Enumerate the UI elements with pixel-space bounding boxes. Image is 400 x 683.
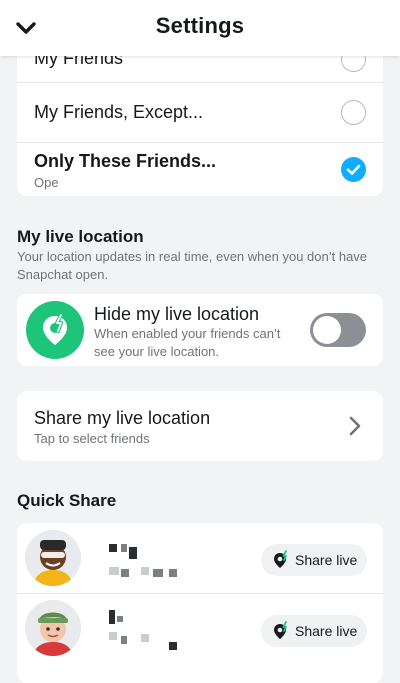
share-live-location-label: Share my live location [34,408,211,428]
share-live-button[interactable]: Share live [261,544,367,576]
redacted-name [117,616,123,622]
hide-live-location-description: When enabled your friends can’t see your… [94,326,281,359]
option-label: Only These Friends... [34,151,217,171]
hide-live-location-card: Hide my live location When enabled your … [17,294,383,366]
quick-share-list: Share live Share live [17,523,383,683]
live-location-description: Your location updates in real time, even… [17,249,368,282]
share-live-location-card[interactable]: Share my live location Tap to select fri… [17,391,383,461]
redacted-detail [121,569,129,577]
checkmark-icon [346,164,361,175]
top-bar: Settings [0,0,400,56]
location-share-icon [271,550,291,570]
redacted-detail [109,567,119,575]
option-my-friends-except[interactable]: My Friends, Except... [17,83,383,143]
share-live-label: Share live [295,552,358,568]
chevron-right-icon [349,416,361,436]
option-sublabel: Ope [34,175,59,190]
option-only-these-friends[interactable]: Only These Friends... Ope [17,143,383,196]
location-off-icon [26,301,84,359]
bitmoji-avatar-icon [25,530,81,586]
radio-my-friends-except[interactable] [341,100,366,125]
bitmoji-avatar-icon [25,600,81,656]
page-title: Settings [155,13,245,38]
option-label: My Friends, Except... [34,102,204,122]
redacted-detail [141,634,149,642]
redacted-detail [121,636,127,644]
quick-share-title: Quick Share [17,491,117,510]
redacted-detail [109,632,117,640]
hide-live-location-label: Hide my live location [94,304,260,324]
redacted-detail [141,567,149,575]
redacted-detail [169,642,177,650]
redacted-detail [153,569,163,577]
list-item: Share live [17,523,383,593]
share-live-button[interactable]: Share live [261,615,367,647]
redacted-name [121,544,127,552]
redacted-detail [169,569,177,577]
share-live-label: Share live [295,623,358,639]
list-item: Share live [17,594,383,664]
radio-only-these-friends[interactable] [341,157,366,182]
hide-live-location-toggle[interactable] [310,313,366,347]
redacted-name [109,544,117,552]
redacted-name [109,610,115,624]
location-share-icon [271,621,291,641]
share-live-location-sublabel: Tap to select friends [34,431,150,446]
toggle-knob [313,316,341,344]
live-location-title: My live location [17,227,144,246]
redacted-name [129,547,137,559]
